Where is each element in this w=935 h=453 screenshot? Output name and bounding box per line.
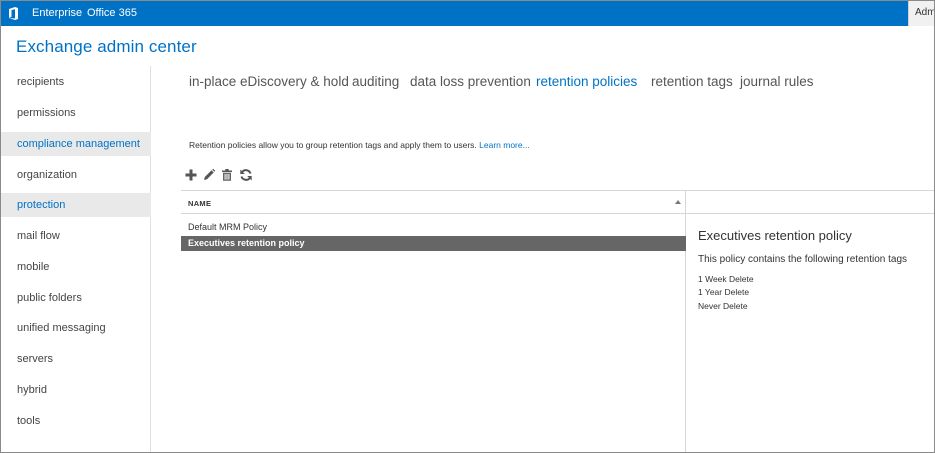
user-menu[interactable]: Admi <box>908 1 934 26</box>
nav-item-mobile[interactable]: mobile <box>1 255 151 279</box>
details-title: Executives retention policy <box>698 228 852 243</box>
tab-data-loss-prevention[interactable]: data loss prevention <box>410 74 531 89</box>
list-header[interactable]: NAME <box>181 190 686 214</box>
retention-tag-item: 1 Year Delete <box>698 287 750 297</box>
nav-item-organization[interactable]: organization <box>1 163 151 187</box>
list-item[interactable]: Default MRM Policy <box>181 220 686 235</box>
app-title: Exchange admin center <box>16 37 197 56</box>
page-description: Retention policies allow you to group re… <box>189 140 530 150</box>
learn-more-link[interactable]: Learn more... <box>479 140 530 150</box>
nav-item-public-folders[interactable]: public folders <box>1 286 151 310</box>
retention-policy-list: NAME Default MRM Policy Executives reten… <box>181 190 686 452</box>
tab-retention-policies[interactable]: retention policies <box>536 74 637 89</box>
office-top-bar: Enterprise Office 365 Admi <box>1 1 934 26</box>
nav-item-recipients[interactable]: recipients <box>1 70 151 94</box>
details-header-divider <box>686 190 934 214</box>
nav-item-compliance-management[interactable]: compliance management <box>1 132 151 156</box>
sort-ascending-icon <box>675 200 681 204</box>
nav-item-mail-flow[interactable]: mail flow <box>1 224 151 248</box>
edit-icon[interactable] <box>202 168 216 182</box>
nav-item-protection[interactable]: protection <box>1 193 151 217</box>
nav-item-hybrid[interactable]: hybrid <box>1 378 151 402</box>
tab-in-place-ediscovery-hold[interactable]: in-place eDiscovery & hold <box>189 74 349 89</box>
left-navigation: recipients permissions compliance manage… <box>1 66 151 452</box>
retention-tag-item: 1 Week Delete <box>698 274 754 284</box>
enterprise-link[interactable]: Enterprise <box>32 7 82 20</box>
tab-auditing[interactable]: auditing <box>352 74 399 89</box>
nav-item-permissions[interactable]: permissions <box>1 101 151 125</box>
nav-item-tools[interactable]: tools <box>1 409 151 433</box>
tab-journal-rules[interactable]: journal rules <box>740 74 814 89</box>
column-header-name[interactable]: NAME <box>188 199 211 208</box>
nav-item-servers[interactable]: servers <box>1 347 151 371</box>
nav-item-unified-messaging[interactable]: unified messaging <box>1 316 151 340</box>
tab-retention-tags[interactable]: retention tags <box>651 74 733 89</box>
add-icon[interactable] <box>184 168 198 182</box>
delete-icon[interactable] <box>220 168 234 182</box>
details-subtitle: This policy contains the following reten… <box>698 254 908 265</box>
description-text: Retention policies allow you to group re… <box>189 140 477 150</box>
office-365-link[interactable]: Office 365 <box>87 7 137 20</box>
retention-tag-item: Never Delete <box>698 301 748 311</box>
eac-window: Enterprise Office 365 Admi Exchange admi… <box>0 0 935 453</box>
list-item-selected[interactable]: Executives retention policy <box>181 236 686 251</box>
refresh-icon[interactable] <box>239 168 253 182</box>
user-name: Admi <box>915 7 934 18</box>
office-logo-icon[interactable] <box>8 7 19 20</box>
